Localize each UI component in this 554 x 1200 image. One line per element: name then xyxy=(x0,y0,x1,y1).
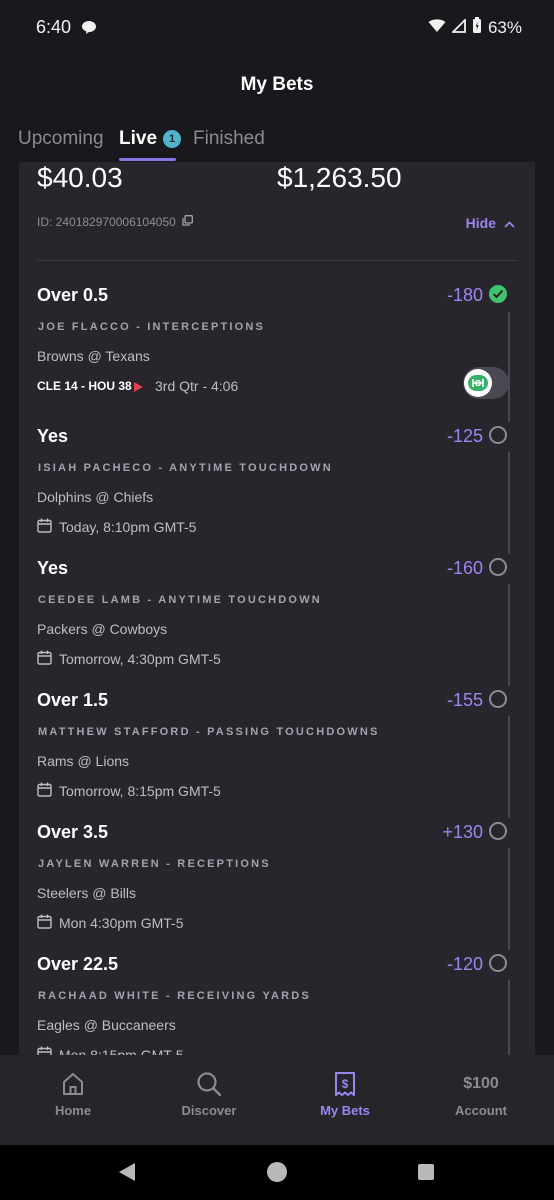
bet-id: ID: 240182970006104050 xyxy=(37,215,193,229)
home-circle-icon[interactable] xyxy=(266,1161,288,1188)
leg-odds: -180 xyxy=(446,285,483,305)
svg-text:$: $ xyxy=(342,1077,349,1091)
leg-pick: Over 22.5 xyxy=(37,954,119,974)
status-icons: 63% xyxy=(428,17,522,39)
nav-account[interactable]: $100 Account xyxy=(412,1055,550,1145)
status-time: 6:40 xyxy=(36,17,72,37)
bet-leg[interactable]: Yes -125 ISIAH PACHECO - ANYTIME TOUCHDO… xyxy=(37,426,527,546)
calendar-icon xyxy=(37,518,52,536)
leg-pick: Yes xyxy=(37,558,69,578)
leg-pick: Over 0.5 xyxy=(37,285,109,305)
bet-id-text: ID: 240182970006104050 xyxy=(37,215,176,229)
live-play-icon xyxy=(133,380,144,398)
leg-matchup: Eagles @ Buccaneers xyxy=(37,1017,176,1033)
hide-label: Hide xyxy=(465,215,496,231)
wager-amount: $40.03 xyxy=(37,162,123,193)
bet-status-tabs: Upcoming Live 1 Finished xyxy=(0,124,554,164)
nav-discover-label: Discover xyxy=(181,1103,237,1118)
leg-odds: -160 xyxy=(446,558,483,578)
leg-odds: -120 xyxy=(446,954,483,974)
bet-leg[interactable]: Over 0.5 -180 JOE FLACCO - INTERCEPTIONS… xyxy=(37,285,527,415)
leg-pending-icon xyxy=(489,426,507,444)
leg-start-time-text: Tomorrow, 8:15pm GMT-5 xyxy=(59,783,221,799)
copy-icon[interactable] xyxy=(182,215,193,229)
wifi-icon xyxy=(428,18,446,38)
leg-market: JOE FLACCO - INTERCEPTIONS xyxy=(38,321,266,333)
field-tracker-icon xyxy=(464,369,492,397)
nav-home-label: Home xyxy=(54,1103,92,1118)
leg-start-time-text: Mon 4:30pm GMT-5 xyxy=(59,915,184,931)
hide-legs-button[interactable]: Hide xyxy=(466,215,515,231)
leg-start-time: Tomorrow, 8:15pm GMT-5 xyxy=(37,782,221,800)
system-navigation-bar xyxy=(0,1145,554,1200)
leg-market: ISIAH PACHECO - ANYTIME TOUCHDOWN xyxy=(38,462,333,474)
nav-account-label: Account xyxy=(455,1103,507,1118)
leg-pick: Yes xyxy=(37,426,69,446)
leg-won-check-icon xyxy=(489,285,507,303)
leg-market: JAYLEN WARREN - RECEPTIONS xyxy=(38,858,271,870)
calendar-icon xyxy=(37,650,52,668)
leg-odds: +130 xyxy=(442,822,483,842)
account-balance-text: $100 xyxy=(463,1075,499,1092)
search-icon xyxy=(140,1071,278,1097)
parlay-card: $40.03 $1,263.50 ID: 240182970006104050 … xyxy=(19,162,535,1062)
recents-icon[interactable] xyxy=(417,1163,435,1186)
leg-market: RACHAAD WHITE - RECEIVING YARDS xyxy=(38,990,311,1002)
leg-market: CEEDEE LAMB - ANYTIME TOUCHDOWN xyxy=(38,594,322,606)
leg-pick: Over 3.5 xyxy=(37,822,109,842)
leg-start-time: Mon 4:30pm GMT-5 xyxy=(37,914,184,932)
leg-matchup: Browns @ Texans xyxy=(37,348,150,364)
home-icon xyxy=(4,1071,142,1097)
bet-leg[interactable]: Over 1.5 -155 MATTHEW STAFFORD - PASSING… xyxy=(37,690,527,810)
calendar-icon xyxy=(37,914,52,932)
leg-start-time: Today, 8:10pm GMT-5 xyxy=(37,518,196,536)
tab-finished[interactable]: Finished xyxy=(193,128,265,150)
battery-icon xyxy=(472,17,482,39)
tab-live-label: Live xyxy=(119,128,158,149)
battery-percent: 63% xyxy=(487,18,522,37)
leg-pending-icon xyxy=(489,954,507,972)
leg-start-time-text: Today, 8:10pm GMT-5 xyxy=(59,519,197,535)
page-title: My Bets xyxy=(240,74,314,95)
game-clock: 3rd Qtr - 4:06 xyxy=(155,378,239,394)
live-count-badge: 1 xyxy=(163,130,182,148)
leg-start-time: Tomorrow, 4:30pm GMT-5 xyxy=(37,650,221,668)
message-notification-icon xyxy=(81,20,97,40)
bottom-navigation: Home Discover $ My Bets $100 Account xyxy=(0,1055,554,1145)
leg-matchup: Rams @ Lions xyxy=(37,753,130,769)
leg-pick: Over 1.5 xyxy=(37,690,109,710)
nav-my-bets[interactable]: $ My Bets xyxy=(276,1055,414,1145)
calendar-icon xyxy=(37,782,52,800)
live-score: CLE 14 - HOU 38 xyxy=(37,379,132,393)
tab-upcoming[interactable]: Upcoming xyxy=(18,128,104,150)
leg-pending-icon xyxy=(489,822,507,840)
account-balance: $100 xyxy=(412,1071,550,1097)
bet-leg[interactable]: Yes -160 CEEDEE LAMB - ANYTIME TOUCHDOWN… xyxy=(37,558,527,678)
nav-discover[interactable]: Discover xyxy=(140,1055,278,1145)
leg-start-time-text: Tomorrow, 4:30pm GMT-5 xyxy=(59,651,221,667)
bet-leg[interactable]: Over 3.5 +130 JAYLEN WARREN - RECEPTIONS… xyxy=(37,822,527,942)
leg-matchup: Steelers @ Bills xyxy=(37,885,137,901)
leg-odds: -125 xyxy=(446,426,483,446)
back-icon[interactable] xyxy=(117,1161,137,1188)
nav-my-bets-label: My Bets xyxy=(320,1103,370,1118)
tab-live[interactable]: Live 1 xyxy=(119,128,182,150)
leg-matchup: Packers @ Cowboys xyxy=(37,621,168,637)
leg-odds: -155 xyxy=(446,690,483,710)
bet-leg[interactable]: Over 22.5 -120 RACHAAD WHITE - RECEIVING… xyxy=(37,954,527,1062)
nav-home[interactable]: Home xyxy=(4,1055,142,1145)
leg-matchup: Dolphins @ Chiefs xyxy=(37,489,154,505)
leg-pending-icon xyxy=(489,558,507,576)
divider xyxy=(37,260,517,261)
bet-slip-icon: $ xyxy=(276,1071,414,1097)
active-tab-indicator xyxy=(119,158,176,161)
live-tracker-toggle[interactable] xyxy=(463,367,509,399)
leg-market: MATTHEW STAFFORD - PASSING TOUCHDOWNS xyxy=(38,726,380,738)
chevron-up-icon xyxy=(504,215,515,231)
leg-pending-icon xyxy=(489,690,507,708)
status-bar: 6:40 63% xyxy=(0,0,554,56)
signal-icon xyxy=(450,17,466,38)
payout-amount: $1,263.50 xyxy=(277,162,402,193)
